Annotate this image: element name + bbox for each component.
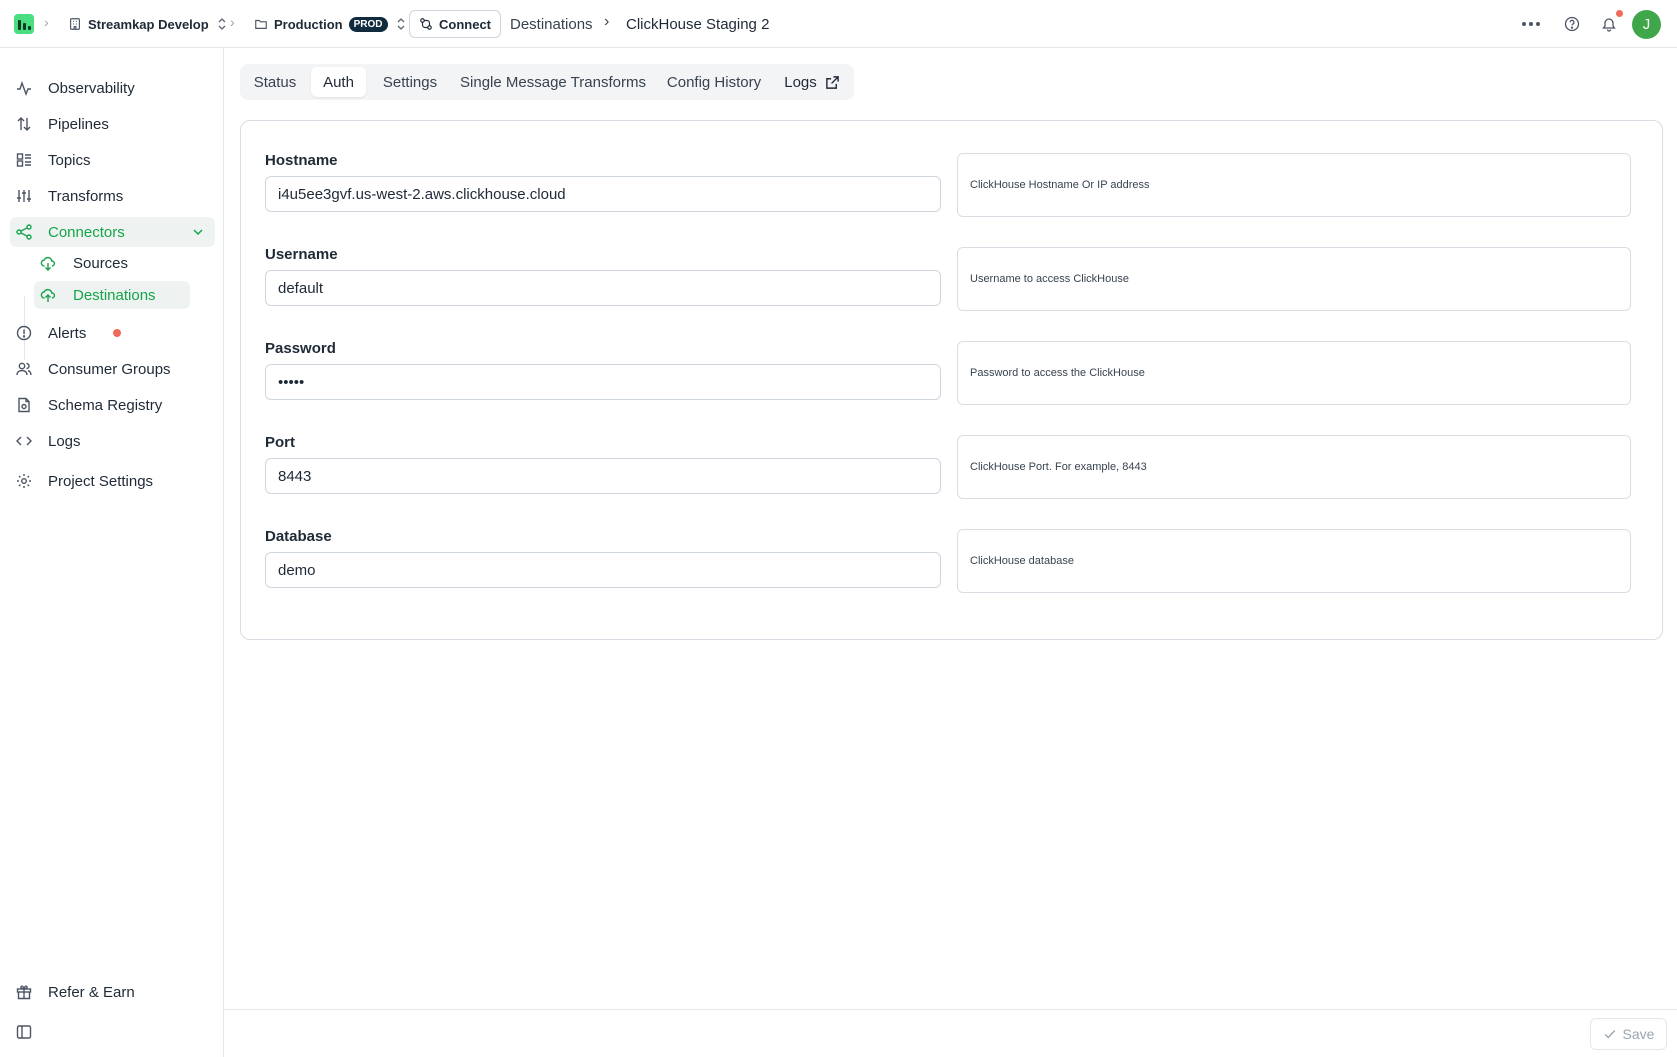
tab-logs-label: Logs [784, 73, 817, 91]
password-label: Password [265, 340, 336, 357]
sidebar-item-logs[interactable]: Logs [10, 426, 215, 456]
sidebar-item-topics[interactable]: Topics [10, 145, 215, 175]
sidebar-item-label: Sources [73, 254, 129, 272]
env-badge: PROD [348, 16, 388, 32]
tab-config-history[interactable]: Config History [658, 67, 770, 97]
sidebar-item-label: Pipelines [48, 115, 109, 133]
users-icon [16, 362, 32, 376]
chevron-down-icon[interactable] [191, 225, 205, 239]
refer-and-earn-link[interactable]: Refer & Earn [10, 977, 215, 1007]
environment-selector[interactable]: Production PROD [254, 0, 408, 48]
sidebar-item-label: Connectors [48, 223, 125, 241]
top-bar: › Streamkap Develop › Production PROD Co… [0, 0, 1677, 48]
cloud-upload-icon [40, 288, 56, 302]
sidebar-toggle-icon [16, 1025, 32, 1039]
tab-status[interactable]: Status [244, 67, 306, 97]
port-input[interactable] [265, 458, 941, 494]
sidebar-item-label: Alerts [48, 324, 87, 342]
database-input[interactable] [265, 552, 941, 588]
workspace-name: Streamkap Develop [88, 16, 209, 32]
save-label: Save [1622, 1026, 1655, 1042]
code-icon [16, 436, 32, 446]
hostname-label: Hostname [265, 152, 338, 169]
tab-logs[interactable]: Logs [776, 67, 848, 97]
sidebar-item-label: Destinations [73, 286, 156, 304]
help-icon[interactable] [1560, 12, 1584, 36]
sidebar-item-alerts[interactable]: Alerts [10, 318, 215, 348]
tab-bar: Status Auth Settings Single Message Tran… [240, 64, 854, 100]
building-icon [70, 18, 80, 30]
refer-and-earn-label: Refer & Earn [48, 983, 135, 1001]
check-icon [1604, 1030, 1615, 1039]
sliders-icon [17, 190, 31, 202]
chevron-up-down-icon [218, 18, 226, 30]
more-options-icon[interactable] [1519, 12, 1543, 36]
sidebar-item-observability[interactable]: Observability [10, 73, 215, 103]
password-input[interactable] [265, 364, 941, 400]
gift-icon [16, 985, 32, 1000]
connect-label: Connect [439, 16, 491, 32]
save-button[interactable]: Save [1590, 1018, 1667, 1050]
breadcrumb-destinations[interactable]: Destinations [510, 0, 593, 48]
port-help: ClickHouse Port. For example, 8443 [957, 435, 1631, 499]
sidebar-item-label: Observability [48, 79, 135, 97]
sidebar-item-pipelines[interactable]: Pipelines [10, 109, 215, 139]
database-help: ClickHouse database [957, 529, 1631, 593]
sidebar-item-schema-registry[interactable]: Schema Registry [10, 390, 215, 420]
notification-dot [1616, 10, 1623, 17]
tab-settings[interactable]: Settings [372, 67, 448, 97]
username-help: Username to access ClickHouse [957, 247, 1631, 311]
folder-icon [255, 19, 267, 29]
chevron-right-icon: › [230, 14, 235, 30]
sidebar-item-destinations[interactable]: Destinations [34, 281, 190, 309]
chevron-up-down-icon [397, 18, 404, 30]
database-label: Database [265, 528, 332, 545]
breadcrumb-current: ClickHouse Staging 2 [626, 15, 770, 33]
sidebar-item-label: Topics [48, 151, 91, 169]
external-link-icon [825, 75, 839, 89]
sidebar-item-label: Consumer Groups [48, 360, 171, 378]
sidebar: Observability Pipelines Topics Transform… [0, 48, 224, 1057]
workspace-selector[interactable]: Streamkap Develop [68, 0, 229, 48]
list-icon [16, 153, 31, 167]
arrows-up-down-icon [17, 117, 31, 131]
sidebar-item-sources[interactable]: Sources [34, 249, 190, 277]
alert-indicator-dot [113, 329, 121, 337]
sidebar-item-label: Schema Registry [48, 396, 163, 414]
chevron-right-icon: › [604, 13, 610, 30]
chevron-right-icon: › [44, 14, 49, 30]
streamkap-logo-icon[interactable] [14, 14, 34, 34]
port-label: Port [265, 434, 295, 451]
sidebar-item-transforms[interactable]: Transforms [10, 181, 215, 211]
file-icon [18, 397, 30, 413]
sidebar-item-consumer-groups[interactable]: Consumer Groups [10, 354, 215, 384]
environment-name: Production [274, 16, 343, 32]
sidebar-item-label: Transforms [48, 187, 124, 205]
share-icon [16, 224, 32, 240]
sidebar-item-connectors[interactable]: Connectors [10, 217, 215, 247]
hostname-input[interactable] [265, 176, 941, 212]
cloud-download-icon [40, 256, 56, 271]
password-help: Password to access the ClickHouse [957, 341, 1631, 405]
username-label: Username [265, 246, 338, 263]
sidebar-item-project-settings[interactable]: Project Settings [10, 466, 215, 496]
tab-auth[interactable]: Auth [311, 67, 366, 97]
sidebar-item-label: Project Settings [48, 472, 154, 490]
connect-button[interactable]: Connect [409, 10, 501, 38]
auth-form-card: Hostname ClickHouse Hostname Or IP addre… [240, 120, 1663, 640]
tab-single-message-transforms[interactable]: Single Message Transforms [454, 67, 652, 97]
footer-bar: Save [224, 1009, 1677, 1057]
alert-circle-icon [16, 325, 32, 341]
connect-icon [420, 18, 432, 30]
hostname-help: ClickHouse Hostname Or IP address [957, 153, 1631, 217]
avatar[interactable]: J [1632, 10, 1661, 39]
sidebar-item-label: Logs [48, 432, 81, 450]
username-input[interactable] [265, 270, 941, 306]
sidebar-toggle[interactable] [10, 1017, 215, 1047]
activity-icon [17, 80, 31, 96]
gear-icon [17, 474, 31, 488]
